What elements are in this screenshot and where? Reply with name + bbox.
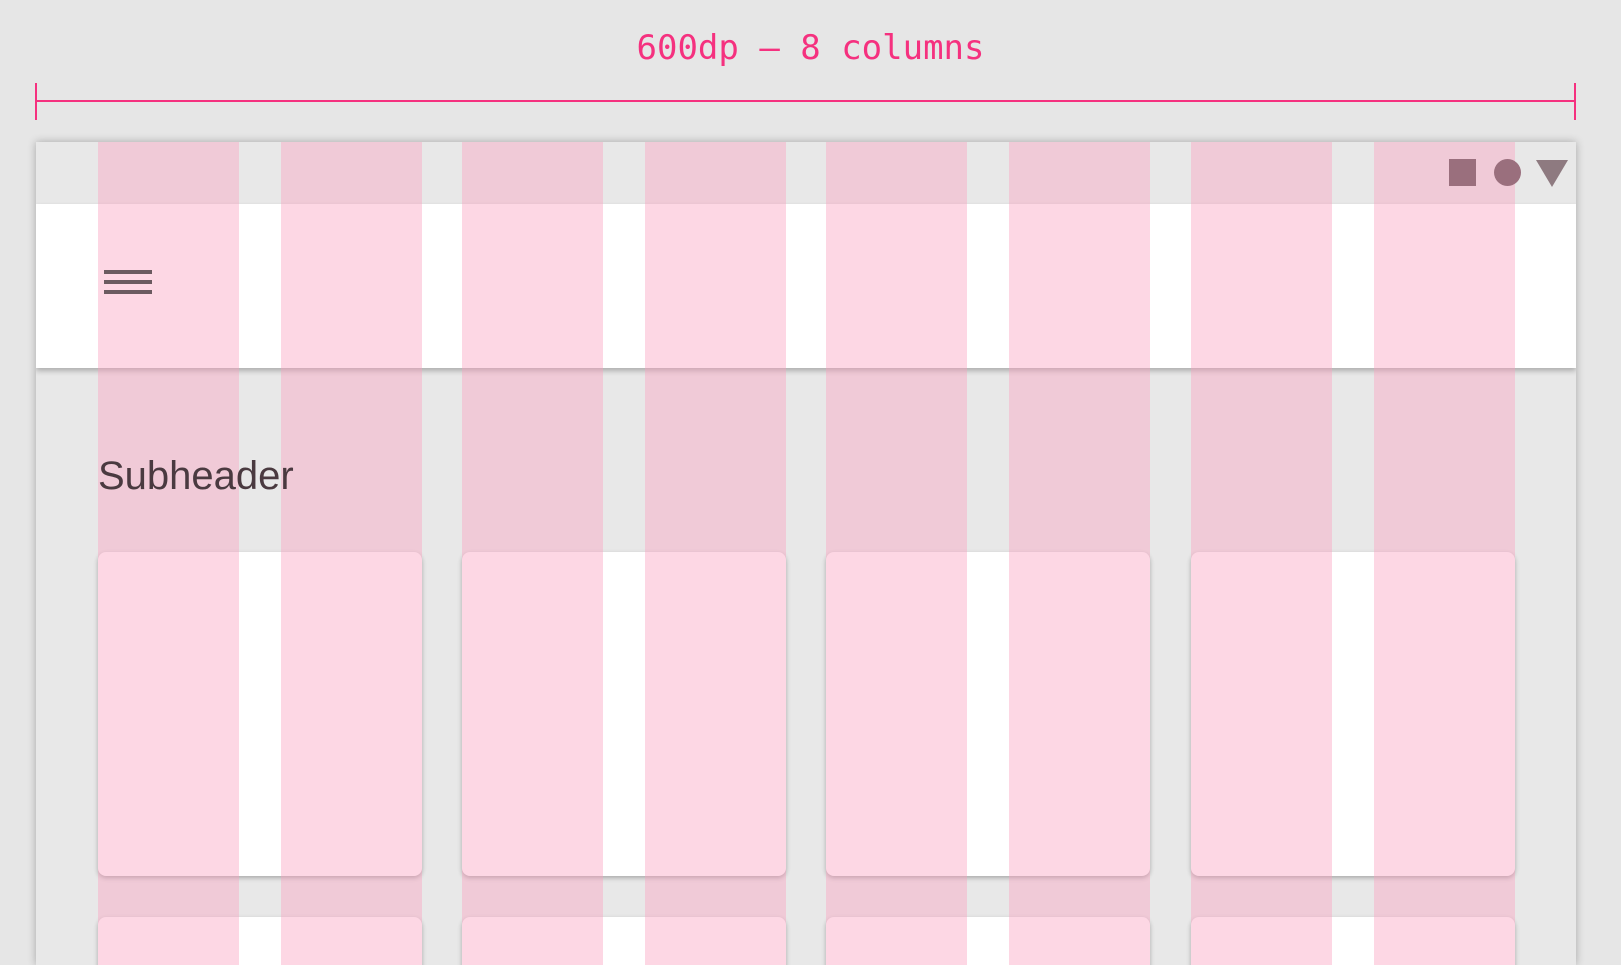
card[interactable] — [1191, 917, 1515, 965]
triangle-icon[interactable] — [1536, 160, 1568, 187]
status-bar — [36, 142, 1576, 204]
status-icons — [1416, 142, 1576, 204]
card[interactable] — [98, 552, 422, 876]
subheader: Subheader — [98, 454, 294, 498]
dimension-tick-right — [1574, 83, 1576, 120]
card[interactable] — [462, 917, 786, 965]
card[interactable] — [826, 917, 1150, 965]
hamburger-menu-icon[interactable] — [104, 270, 152, 306]
card[interactable] — [826, 552, 1150, 876]
app-bar — [36, 204, 1576, 368]
circle-icon[interactable] — [1494, 159, 1521, 186]
width-label: 600dp – 8 columns — [636, 28, 985, 68]
device-frame: Subheader — [36, 142, 1576, 965]
dimension-line — [36, 100, 1576, 102]
square-icon[interactable] — [1449, 159, 1476, 186]
card[interactable] — [462, 552, 786, 876]
card[interactable] — [1191, 552, 1515, 876]
card[interactable] — [98, 917, 422, 965]
